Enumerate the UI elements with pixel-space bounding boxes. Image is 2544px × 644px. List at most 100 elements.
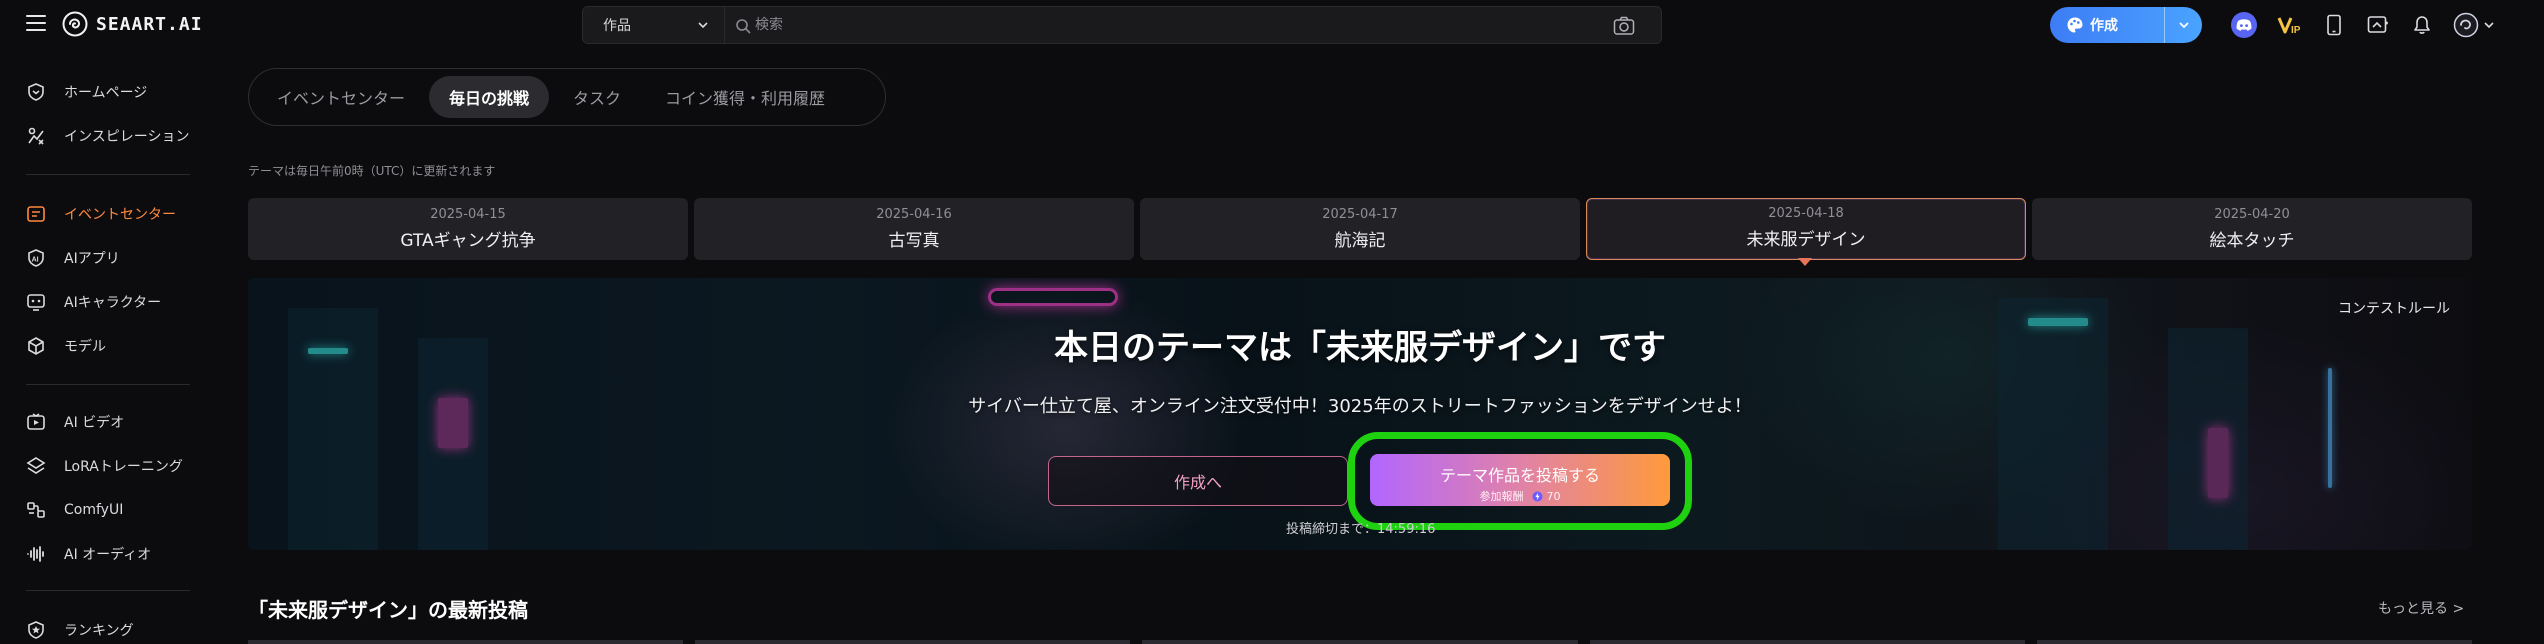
logo-text: SEAART.AI bbox=[96, 13, 203, 35]
sidebar-item-label: イベントセンター bbox=[64, 207, 176, 223]
theme-title: 絵本タッチ bbox=[2209, 231, 2295, 251]
sidebar-item-inspiration[interactable]: インスピレーション bbox=[0, 118, 200, 154]
seaart-logo-icon bbox=[62, 11, 88, 37]
sidebar-item-label: モデル bbox=[64, 339, 106, 355]
theme-card-active[interactable]: 2025-04-18 未来服デザイン bbox=[1586, 198, 2026, 260]
theme-date: 2025-04-20 bbox=[2214, 207, 2290, 222]
camera-icon[interactable] bbox=[1613, 16, 1635, 36]
theme-card[interactable]: 2025-04-15 GTAギャング抗争 bbox=[248, 198, 688, 260]
sidebar-item-ai-character[interactable]: AIキャラクター bbox=[0, 284, 200, 320]
sidebar-item-lora-training[interactable]: LoRAトレーニング bbox=[0, 448, 200, 484]
theme-title: 未来服デザイン bbox=[1746, 230, 1866, 250]
ai-character-icon bbox=[26, 292, 46, 312]
sidebar-item-label: LoRAトレーニング bbox=[64, 459, 183, 475]
post-thumbnail[interactable] bbox=[248, 640, 684, 644]
sidebar-divider bbox=[26, 590, 190, 591]
theme-title: 航海記 bbox=[1334, 231, 1386, 251]
sidebar-item-label: AIキャラクター bbox=[64, 295, 162, 311]
svg-text:IP: IP bbox=[2291, 25, 2301, 36]
sidebar-item-label: インスピレーション bbox=[64, 129, 190, 145]
daily-theme-row: 2025-04-15 GTAギャング抗争 2025-04-16 古写真 2025… bbox=[248, 198, 2472, 260]
latest-posts-title: 「未来服デザイン」の最新投稿 bbox=[248, 598, 528, 622]
search-type-select[interactable]: 作品 bbox=[583, 7, 725, 43]
comfyui-icon bbox=[26, 500, 46, 520]
create-main[interactable]: 作成 bbox=[2050, 7, 2164, 43]
sidebar-item-label: AI ビデオ bbox=[64, 415, 125, 431]
sidebar-item-label: AIアプリ bbox=[64, 251, 120, 267]
create-dropdown-button[interactable] bbox=[2165, 7, 2202, 43]
lora-training-icon bbox=[26, 456, 46, 476]
vip-icon[interactable]: IP bbox=[2276, 11, 2304, 39]
ai-video-icon bbox=[26, 412, 46, 432]
theme-title: GTAギャング抗争 bbox=[400, 231, 536, 251]
post-thumbnail[interactable] bbox=[1589, 640, 2025, 644]
home-icon bbox=[26, 82, 46, 102]
menu-icon[interactable] bbox=[26, 15, 46, 33]
active-theme-pointer bbox=[1798, 258, 1812, 266]
post-thumbnail[interactable] bbox=[2036, 640, 2473, 644]
bell-icon[interactable] bbox=[2408, 11, 2436, 39]
create-button[interactable]: 作成 bbox=[2050, 7, 2202, 43]
sidebar-item-home[interactable]: ホームページ bbox=[0, 74, 200, 110]
theme-date: 2025-04-18 bbox=[1768, 206, 1844, 221]
sidebar-item-event-center[interactable]: イベントセンター bbox=[0, 196, 200, 232]
chevron-down-icon bbox=[698, 22, 708, 29]
model-icon bbox=[26, 336, 46, 356]
submission-deadline: 投稿締切まで：14:59:16 bbox=[1286, 522, 1436, 537]
sidebar-item-ai-app[interactable]: AI AIアプリ bbox=[0, 240, 200, 276]
sidebar-item-model[interactable]: モデル bbox=[0, 328, 200, 364]
search-type-label: 作品 bbox=[603, 18, 631, 34]
sidebar-item-label: ComfyUI bbox=[64, 502, 124, 518]
post-thumbnail[interactable] bbox=[695, 640, 1131, 644]
post-thumbnail[interactable] bbox=[1142, 640, 1578, 644]
logo[interactable]: SEAART.AI bbox=[62, 11, 203, 37]
sidebar-item-comfyui[interactable]: ComfyUI bbox=[0, 492, 200, 528]
sidebar-item-ranking[interactable]: ランキング bbox=[0, 612, 200, 644]
sidebar-divider bbox=[26, 384, 190, 385]
search-icon bbox=[736, 19, 751, 34]
theme-title: 古写真 bbox=[888, 231, 940, 251]
create-label: 作成 bbox=[2090, 18, 2118, 34]
see-more-link[interactable]: もっと見る > bbox=[2378, 598, 2464, 618]
tab-coin-history[interactable]: コイン獲得・利用履歴 bbox=[645, 76, 845, 118]
chevron-down-icon bbox=[2178, 22, 2189, 29]
sidebar-item-ai-video[interactable]: AI ビデオ bbox=[0, 404, 200, 440]
theme-hero-banner: コンテストルール 本日のテーマは「未来服デザイン」です サイバー仕立て屋、オンラ… bbox=[248, 278, 2472, 550]
event-tabs: イベントセンター 毎日の挑戦 タスク コイン獲得・利用履歴 bbox=[248, 68, 886, 126]
mobile-icon[interactable] bbox=[2320, 11, 2348, 39]
ai-audio-icon bbox=[26, 544, 46, 564]
avatar[interactable] bbox=[2452, 11, 2496, 39]
svg-text:AI: AI bbox=[32, 257, 39, 264]
search-input[interactable] bbox=[755, 11, 1555, 39]
tab-event-center[interactable]: イベントセンター bbox=[257, 76, 425, 118]
discord-icon[interactable] bbox=[2230, 11, 2258, 39]
hero-title: 本日のテーマは「未来服デザイン」です bbox=[1054, 328, 1666, 368]
sidebar-item-label: ホームページ bbox=[64, 85, 148, 101]
theme-date: 2025-04-15 bbox=[430, 207, 506, 222]
contest-rule-link[interactable]: コンテストルール bbox=[2338, 298, 2450, 318]
theme-card[interactable]: 2025-04-17 航海記 bbox=[1140, 198, 1580, 260]
event-center-icon bbox=[26, 204, 46, 224]
theme-update-note: テーマは毎日午前0時（UTC）に更新されます bbox=[248, 164, 496, 178]
theme-card[interactable]: 2025-04-16 古写真 bbox=[694, 198, 1134, 260]
annotation-highlight bbox=[1348, 432, 1692, 530]
hero-subtitle: サイバー仕立て屋、オンライン注文受付中！3025年のストリートファッションをデザ… bbox=[968, 396, 1752, 417]
sidebar-item-label: AI オーディオ bbox=[64, 547, 152, 563]
tab-daily-challenge[interactable]: 毎日の挑戦 bbox=[429, 76, 550, 118]
upload-icon[interactable] bbox=[2364, 11, 2392, 39]
inspiration-icon bbox=[26, 126, 46, 146]
sidebar-divider bbox=[26, 174, 190, 175]
ai-app-icon: AI bbox=[26, 248, 46, 268]
theme-date: 2025-04-16 bbox=[876, 207, 952, 222]
theme-card[interactable]: 2025-04-20 絵本タッチ bbox=[2032, 198, 2472, 260]
palette-icon bbox=[2067, 17, 2083, 33]
sidebar-item-label: ランキング bbox=[64, 623, 134, 639]
tab-tasks[interactable]: タスク bbox=[553, 76, 641, 118]
sidebar-item-ai-audio[interactable]: AI オーディオ bbox=[0, 536, 200, 572]
top-bar: SEAART.AI 作品 作成 IP bbox=[0, 0, 2544, 50]
sidebar: ホームページ インスピレーション イベントセンター AI AIアプリ AIキャラ… bbox=[0, 50, 220, 644]
ranking-icon bbox=[26, 620, 46, 640]
go-create-button[interactable]: 作成へ bbox=[1048, 456, 1348, 506]
latest-posts-strip bbox=[248, 640, 2473, 644]
search-bar: 作品 bbox=[582, 6, 1662, 44]
